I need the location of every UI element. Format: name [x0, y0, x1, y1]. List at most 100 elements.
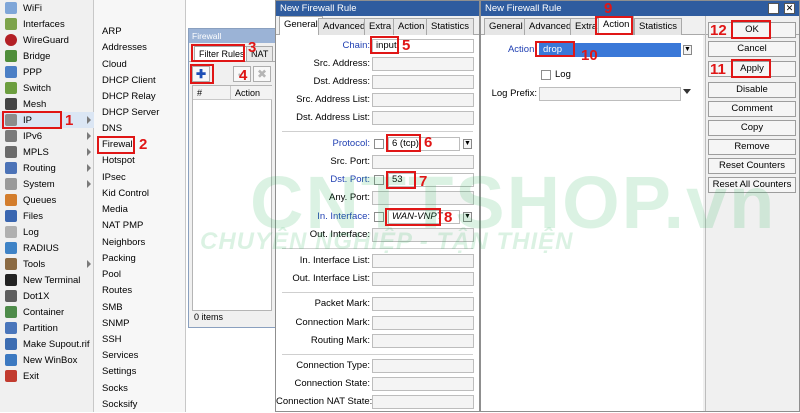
disable-button[interactable]: Disable: [708, 82, 796, 98]
close-icon[interactable]: ✕: [784, 3, 795, 14]
disable-button[interactable]: ✖: [253, 66, 271, 82]
tab-general[interactable]: General: [484, 18, 528, 35]
maximize-icon[interactable]: [768, 3, 779, 14]
menu-item-ppp[interactable]: PPP: [0, 64, 94, 80]
menu-item-system[interactable]: System: [0, 176, 94, 192]
tab-advanced[interactable]: Advanced: [318, 18, 371, 35]
ipv6-icon: [5, 130, 17, 142]
src-address-list-field[interactable]: [372, 93, 474, 107]
separator: [282, 354, 473, 355]
menu-item-new-terminal[interactable]: New Terminal: [0, 272, 94, 288]
menu-item-log[interactable]: Log: [0, 224, 94, 240]
switch-icon: [5, 82, 17, 94]
menu-item-ipv6[interactable]: IPv6: [0, 128, 94, 144]
log-prefix-label: Log Prefix:: [491, 88, 537, 99]
submenu-item-arp[interactable]: ARP: [102, 24, 122, 40]
submenu-item-pool[interactable]: Pool: [102, 267, 121, 283]
chevron-right-icon: [87, 180, 91, 188]
connection-type-field[interactable]: [372, 359, 474, 373]
column-header-action[interactable]: Action: [231, 86, 272, 100]
menu-item-mpls[interactable]: MPLS: [0, 144, 94, 160]
routing-mark-field[interactable]: [372, 334, 474, 348]
remove-button[interactable]: Remove: [708, 139, 796, 155]
tab-statistics[interactable]: Statistics: [634, 18, 683, 35]
tab-action[interactable]: Action: [393, 18, 430, 35]
menu-item-label: Interfaces: [23, 18, 65, 30]
cancel-button[interactable]: Cancel: [708, 41, 796, 57]
menu-item-radius[interactable]: RADIUS: [0, 240, 94, 256]
menu-item-container[interactable]: Container: [0, 304, 94, 320]
submenu-item-smb[interactable]: SMB: [102, 300, 123, 316]
menu-item-wifi[interactable]: WiFi: [0, 0, 94, 16]
column-header-number[interactable]: #: [193, 86, 231, 100]
menu-item-routing[interactable]: Routing: [0, 160, 94, 176]
menu-item-switch[interactable]: Switch: [0, 80, 94, 96]
menu-item-dot1x[interactable]: Dot1X: [0, 288, 94, 304]
log-prefix-field[interactable]: [539, 87, 681, 101]
submenu-item-kid-control[interactable]: Kid Control: [102, 186, 149, 202]
submenu-item-snmp[interactable]: SNMP: [102, 316, 129, 332]
submenu-item-dns[interactable]: DNS: [102, 121, 122, 137]
step-number-2: 2: [139, 136, 148, 153]
submenu-item-dhcp-relay[interactable]: DHCP Relay: [102, 89, 156, 105]
submenu-item-packing[interactable]: Packing: [102, 251, 136, 267]
radius-icon: [5, 242, 17, 254]
submenu-item-ipsec[interactable]: IPsec: [102, 170, 126, 186]
submenu-item-settings[interactable]: Settings: [102, 364, 136, 380]
menu-item-label: Exit: [23, 370, 39, 382]
menu-item-partition[interactable]: Partition: [0, 320, 94, 336]
menu-item-interfaces[interactable]: Interfaces: [0, 16, 94, 32]
connection-nat-state-label: Connection NAT State:: [276, 396, 373, 407]
tab-general[interactable]: General: [279, 16, 323, 35]
submenu-item-media[interactable]: Media: [102, 202, 128, 218]
menu-item-tools[interactable]: Tools: [0, 256, 94, 272]
menu-item-queues[interactable]: Queues: [0, 192, 94, 208]
menu-item-new-winbox[interactable]: New WinBox: [0, 352, 94, 368]
connection-state-field[interactable]: [372, 377, 474, 391]
submenu-item-cloud[interactable]: Cloud: [102, 57, 127, 73]
menu-item-label: Dot1X: [23, 290, 50, 302]
cross-icon: ✖: [256, 67, 268, 81]
submenu-item-socksify[interactable]: Socksify: [102, 397, 137, 413]
dst-address-field[interactable]: [372, 75, 474, 89]
submenu-item-ssh[interactable]: SSH: [102, 332, 122, 348]
submenu-item-socks[interactable]: Socks: [102, 381, 128, 397]
dropdown-arrow-icon[interactable]: [683, 89, 691, 94]
dst-address-list-field[interactable]: [372, 111, 474, 125]
packet-mark-label: Packet Mark:: [314, 298, 370, 309]
dropdown-arrow-icon[interactable]: ▼: [463, 139, 472, 149]
tab-extra[interactable]: Extra: [364, 18, 397, 35]
submenu-item-nat-pmp[interactable]: NAT PMP: [102, 218, 143, 234]
submenu-item-dhcp-client[interactable]: DHCP Client: [102, 73, 156, 89]
menu-item-files[interactable]: Files: [0, 208, 94, 224]
menu-item-exit[interactable]: Exit: [0, 368, 94, 384]
mpls-icon: [5, 146, 17, 158]
system-icon: [5, 178, 17, 190]
packet-mark-field[interactable]: [372, 297, 474, 311]
src-address-field[interactable]: [372, 57, 474, 71]
protocol-negate-checkbox[interactable]: [374, 139, 384, 149]
menu-item-label: Mesh: [23, 98, 47, 110]
submenu-item-routes[interactable]: Routes: [102, 283, 132, 299]
menu-item-bridge[interactable]: Bridge: [0, 48, 94, 64]
comment-button[interactable]: Comment: [708, 101, 796, 117]
menu-item-make-supout[interactable]: Make Supout.rif: [0, 336, 94, 352]
submenu-item-neighbors[interactable]: Neighbors: [102, 235, 145, 251]
menu-item-wireguard[interactable]: WireGuard: [0, 32, 94, 48]
log-checkbox[interactable]: [541, 70, 551, 80]
dropdown-arrow-icon[interactable]: ▼: [683, 45, 692, 55]
tab-statistics[interactable]: Statistics: [426, 18, 475, 35]
submenu-item-services[interactable]: Services: [102, 348, 138, 364]
submenu-item-addresses[interactable]: Addresses: [102, 40, 147, 56]
tab-advanced[interactable]: Advanced: [524, 18, 577, 35]
connection-mark-field[interactable]: [372, 316, 474, 330]
connection-nat-state-field[interactable]: [372, 395, 474, 409]
in-interface-list-field[interactable]: [372, 254, 474, 268]
submenu-item-hotspot[interactable]: Hotspot: [102, 153, 135, 169]
out-interface-list-field[interactable]: [372, 272, 474, 286]
interfaces-icon: [5, 18, 17, 30]
menu-item-mesh[interactable]: Mesh: [0, 96, 94, 112]
submenu-item-dhcp-server[interactable]: DHCP Server: [102, 105, 159, 121]
copy-button[interactable]: Copy: [708, 120, 796, 136]
protocol-label: Protocol:: [332, 138, 371, 149]
